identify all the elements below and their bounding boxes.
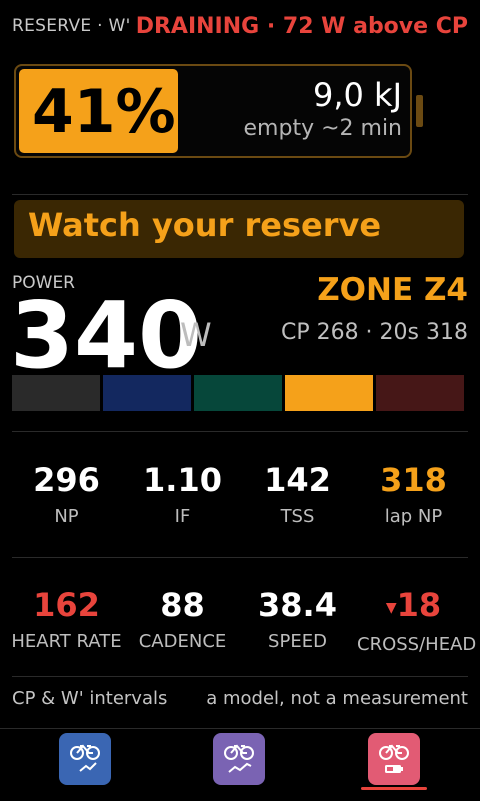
divider bbox=[12, 676, 468, 677]
metric-tss: 142 TSS bbox=[241, 460, 354, 527]
cp-info: CP 268 · 20s 318 bbox=[280, 320, 468, 345]
metric-label: lap NP bbox=[384, 506, 443, 527]
nav-tab-trend[interactable] bbox=[59, 733, 111, 785]
metric-label: CADENCE bbox=[138, 631, 227, 652]
metric-np: 296 NP bbox=[10, 460, 123, 527]
bike-battery-icon bbox=[379, 744, 409, 773]
draining-status: DRAINING · 72 W above CP bbox=[135, 14, 468, 39]
zone-bar bbox=[12, 375, 464, 411]
footer-model-name: CP & W' intervals bbox=[12, 688, 168, 709]
metric-label: TSS bbox=[280, 506, 315, 527]
nav-tab-battery[interactable] bbox=[368, 733, 420, 785]
battery-energy: 9,0 kJ bbox=[312, 76, 402, 114]
power-zone: ZONE Z4 bbox=[317, 272, 468, 308]
metric-value-row: ▼18 bbox=[357, 585, 470, 628]
metric-label: CROSS/HEAD bbox=[357, 634, 477, 655]
zone-segment-4 bbox=[285, 375, 373, 411]
metric-lap-np: 318 lap NP bbox=[357, 460, 470, 527]
zone-segment-2 bbox=[103, 375, 191, 411]
reserve-alert: Watch your reserve bbox=[14, 200, 464, 258]
metric-value: 38.4 bbox=[258, 586, 337, 624]
zone-segment-1 bbox=[12, 375, 100, 411]
divider bbox=[12, 431, 468, 432]
screen-title: RESERVE · W' bbox=[12, 16, 131, 36]
metric-value: 18 bbox=[396, 586, 442, 624]
battery-empty-time: empty ~2 min bbox=[243, 116, 402, 141]
power-unit: W bbox=[180, 316, 212, 354]
wprime-battery: 41% 9,0 kJ empty ~2 min bbox=[14, 64, 412, 158]
metric-heart-rate: 162 HEART RATE bbox=[10, 585, 123, 652]
metric-label: HEART RATE bbox=[11, 631, 122, 652]
divider bbox=[12, 194, 468, 195]
metric-value: 296 bbox=[33, 461, 100, 499]
metric-cross-head: ▼18 CROSS/HEAD bbox=[357, 585, 477, 655]
metric-value: 162 bbox=[33, 586, 100, 624]
footer-disclaimer: a model, not a measurement bbox=[206, 688, 468, 709]
metric-label: NP bbox=[54, 506, 79, 527]
metric-label: IF bbox=[174, 506, 191, 527]
headwind-down-arrow-icon: ▼ bbox=[385, 600, 397, 616]
divider bbox=[12, 557, 468, 558]
zone-segment-5 bbox=[376, 375, 464, 411]
metric-value: 1.10 bbox=[143, 461, 222, 499]
metric-speed: 38.4 SPEED bbox=[241, 585, 354, 652]
metric-value: 88 bbox=[160, 586, 205, 624]
active-tab-indicator bbox=[361, 787, 427, 790]
bike-trend-icon bbox=[70, 744, 100, 772]
battery-percent: 41% bbox=[32, 77, 176, 147]
metric-value: 318 bbox=[380, 461, 447, 499]
power-value: 340 bbox=[10, 282, 203, 389]
zone-segment-3 bbox=[194, 375, 282, 411]
bottom-nav bbox=[0, 728, 480, 801]
bike-chart-icon bbox=[224, 744, 254, 773]
battery-tip bbox=[416, 95, 423, 127]
metric-cadence: 88 CADENCE bbox=[126, 585, 239, 652]
metric-if: 1.10 IF bbox=[126, 460, 239, 527]
metric-value: 142 bbox=[264, 461, 331, 499]
alert-text: Watch your reserve bbox=[28, 206, 382, 244]
nav-tab-chart[interactable] bbox=[213, 733, 265, 785]
metric-label: SPEED bbox=[268, 631, 327, 652]
